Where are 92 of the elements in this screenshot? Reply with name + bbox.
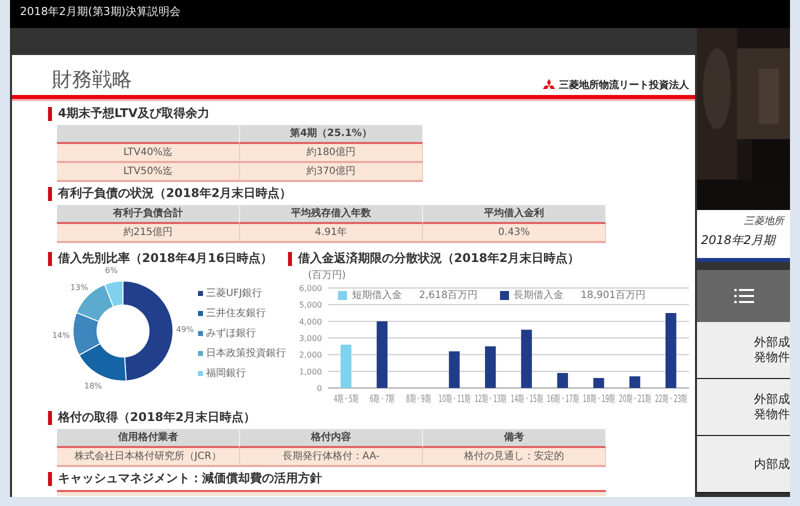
table-cell: LTV40%迄 [57,144,240,163]
legend-swatch [198,350,203,356]
window-title: 2018年2月期(第3期)決算説明会 [10,0,790,28]
section-heading: キャッシュマネジメント：減価償却費の活用方針 [58,470,322,487]
column-header: 有利子負債合計 [57,205,240,224]
column-header: 格付内容 [240,429,423,448]
table-cell: 株式会社日本格付研究所（JCR） [57,448,240,467]
section-marker [48,186,52,200]
legend-swatch [338,290,347,300]
diamonds-logo-icon [542,79,556,91]
category-label: 4期・5期 [334,392,358,404]
item-text: 発物件 [754,407,790,422]
section-marker [48,472,52,486]
column-header: 平均残存借入年数 [240,205,423,224]
legend-label: みずほ銀行 [206,326,256,340]
value-label: 18% [84,381,102,390]
section-marker [48,106,52,120]
legend-swatch [198,330,203,336]
legend-label: 三井住友銀行 [206,306,266,320]
value-label: 49% [176,325,194,334]
column-header: 第4期（25.1%） [240,125,423,144]
legend-total: 2,618百万円 [419,289,478,302]
table-cell: 約370億円 [240,163,423,182]
section-heading: 借入先別比率（2018年4月16日時点） [58,250,272,267]
chapter-item[interactable]: 外部成 発物件 [697,322,790,379]
tick-label: 1,000 [299,367,322,376]
column-header: 信用格付業者 [57,429,240,448]
table-cell: LTV50%迄 [57,163,240,182]
bar [629,376,640,388]
slide-title: 財務戦略 [52,66,132,92]
chapter-item[interactable]: 外部成 発物件 [697,379,790,436]
category-label: 12期・13期 [474,392,506,404]
table-cell: 約180億円 [240,144,423,163]
legend-swatch [198,290,203,296]
tick-label: 0 [316,384,322,393]
legend-label: 短期借入金 [352,288,402,302]
bar [376,321,388,388]
section-heading: 有利子負債の状況（2018年2月末日時点） [58,185,292,202]
legend-swatch [500,290,509,300]
value-label: 6% [105,267,118,276]
value-label: 13% [70,283,88,292]
category-label: 14期・15期 [510,392,542,404]
table-cell: 4.91年 [240,224,423,243]
category-label: 20期・21期 [619,392,651,404]
bar [448,351,460,388]
category-label: 6期・7期 [370,392,394,404]
menu-button[interactable] [697,270,790,322]
legend-label: 日本政策投資銀行 [206,346,286,360]
section-marker [288,252,292,266]
legend-label: 三菱UFJ銀行 [206,286,262,300]
bar [340,344,352,388]
tick-label: 4,000 [299,317,322,326]
company-name: 三菱地所物流リート投資法人 [559,78,689,92]
banner-subtitle: 三菱地所 [743,214,784,228]
section-heading: 4期末予想LTV及び取得余力 [58,105,210,122]
column-header: 備考 [423,429,606,448]
category-label: 10期・11期 [438,392,470,404]
item-text: 内部成 [754,456,790,472]
bar [593,378,604,388]
bar [521,330,532,388]
table-cell: 格付の見通し：安定的 [423,448,606,467]
column-header: 平均借入金利 [423,205,606,224]
menu-icon [734,288,754,304]
category-label: 18期・19期 [582,392,615,404]
table-cell: 約215億円 [57,224,240,243]
category-label: 16期・17期 [546,392,579,404]
legend-total: 18,901百万円 [580,289,646,302]
table-cell: 長期発行体格付：AA- [240,448,423,467]
axis-unit: (百万円) [308,269,347,282]
section-heading: 格付の取得（2018年2月末日時点） [58,409,256,426]
bar [485,346,496,388]
legend-label: 福岡銀行 [206,366,246,380]
tick-label: 5,000 [299,300,322,310]
tick-label: 2,000 [299,350,322,360]
table-cell: 0.43% [423,224,606,243]
section-marker [48,410,52,424]
value-label: 14% [52,330,70,340]
chapter-item[interactable]: 内部成 [697,436,790,493]
item-text: 発物件 [754,350,790,365]
tick-label: 6,000 [299,284,322,293]
item-text: 外部成 [754,392,790,407]
section-heading: 借入金返済期限の分散状況（2018年2月末日時点） [298,250,580,267]
banner-title: 2018年2月期 [701,232,778,249]
category-label: 8期・9期 [406,392,430,404]
tick-label: 3,000 [299,334,322,343]
legend-swatch [198,370,203,376]
legend-label: 長期借入金 [514,288,564,302]
category-label: 22期・23期 [655,392,687,404]
bar [557,373,568,388]
legend-swatch [198,310,203,316]
item-text: 外部成 [754,335,790,350]
section-marker [48,252,52,266]
